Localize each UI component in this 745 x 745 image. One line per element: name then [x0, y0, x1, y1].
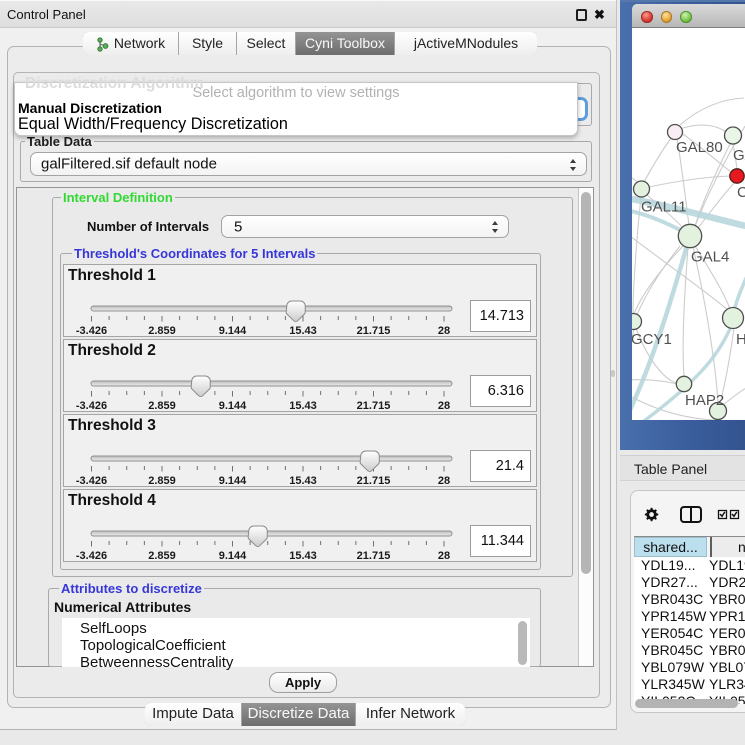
svg-text:9.144: 9.144 — [219, 550, 247, 562]
svg-text:21.715: 21.715 — [357, 475, 391, 487]
svg-text:GA: GA — [733, 147, 745, 164]
svg-text:HI: HI — [736, 331, 745, 348]
svg-text:GAL11: GAL11 — [641, 199, 687, 216]
svg-text:HAP2: HAP2 — [685, 392, 724, 409]
svg-text:9.144: 9.144 — [219, 475, 247, 487]
svg-text:GAL80: GAL80 — [676, 139, 723, 156]
svg-text:28: 28 — [438, 400, 450, 412]
svg-text:21.715: 21.715 — [357, 325, 391, 337]
svg-text:15.43: 15.43 — [289, 325, 317, 337]
svg-text:-3.426: -3.426 — [76, 475, 107, 487]
svg-text:-3.426: -3.426 — [76, 325, 107, 337]
svg-text:CD: CD — [737, 184, 745, 201]
svg-text:9.144: 9.144 — [219, 400, 247, 412]
svg-text:21.715: 21.715 — [357, 400, 391, 412]
svg-text:-3.426: -3.426 — [76, 400, 107, 412]
svg-text:28: 28 — [438, 475, 450, 487]
svg-text:15.43: 15.43 — [289, 550, 317, 562]
svg-text:2.859: 2.859 — [148, 475, 176, 487]
svg-text:28: 28 — [438, 325, 450, 337]
svg-text:15.43: 15.43 — [289, 475, 317, 487]
svg-text:2.859: 2.859 — [148, 550, 176, 562]
svg-text:15.43: 15.43 — [289, 400, 317, 412]
svg-text:9.144: 9.144 — [219, 325, 247, 337]
svg-text:GAL4: GAL4 — [691, 249, 729, 266]
svg-text:GCY1: GCY1 — [632, 331, 672, 348]
svg-text:-3.426: -3.426 — [76, 550, 107, 562]
svg-text:28: 28 — [438, 550, 450, 562]
svg-text:21.715: 21.715 — [357, 550, 391, 562]
svg-text:2.859: 2.859 — [148, 325, 176, 337]
svg-text:2.859: 2.859 — [148, 400, 176, 412]
